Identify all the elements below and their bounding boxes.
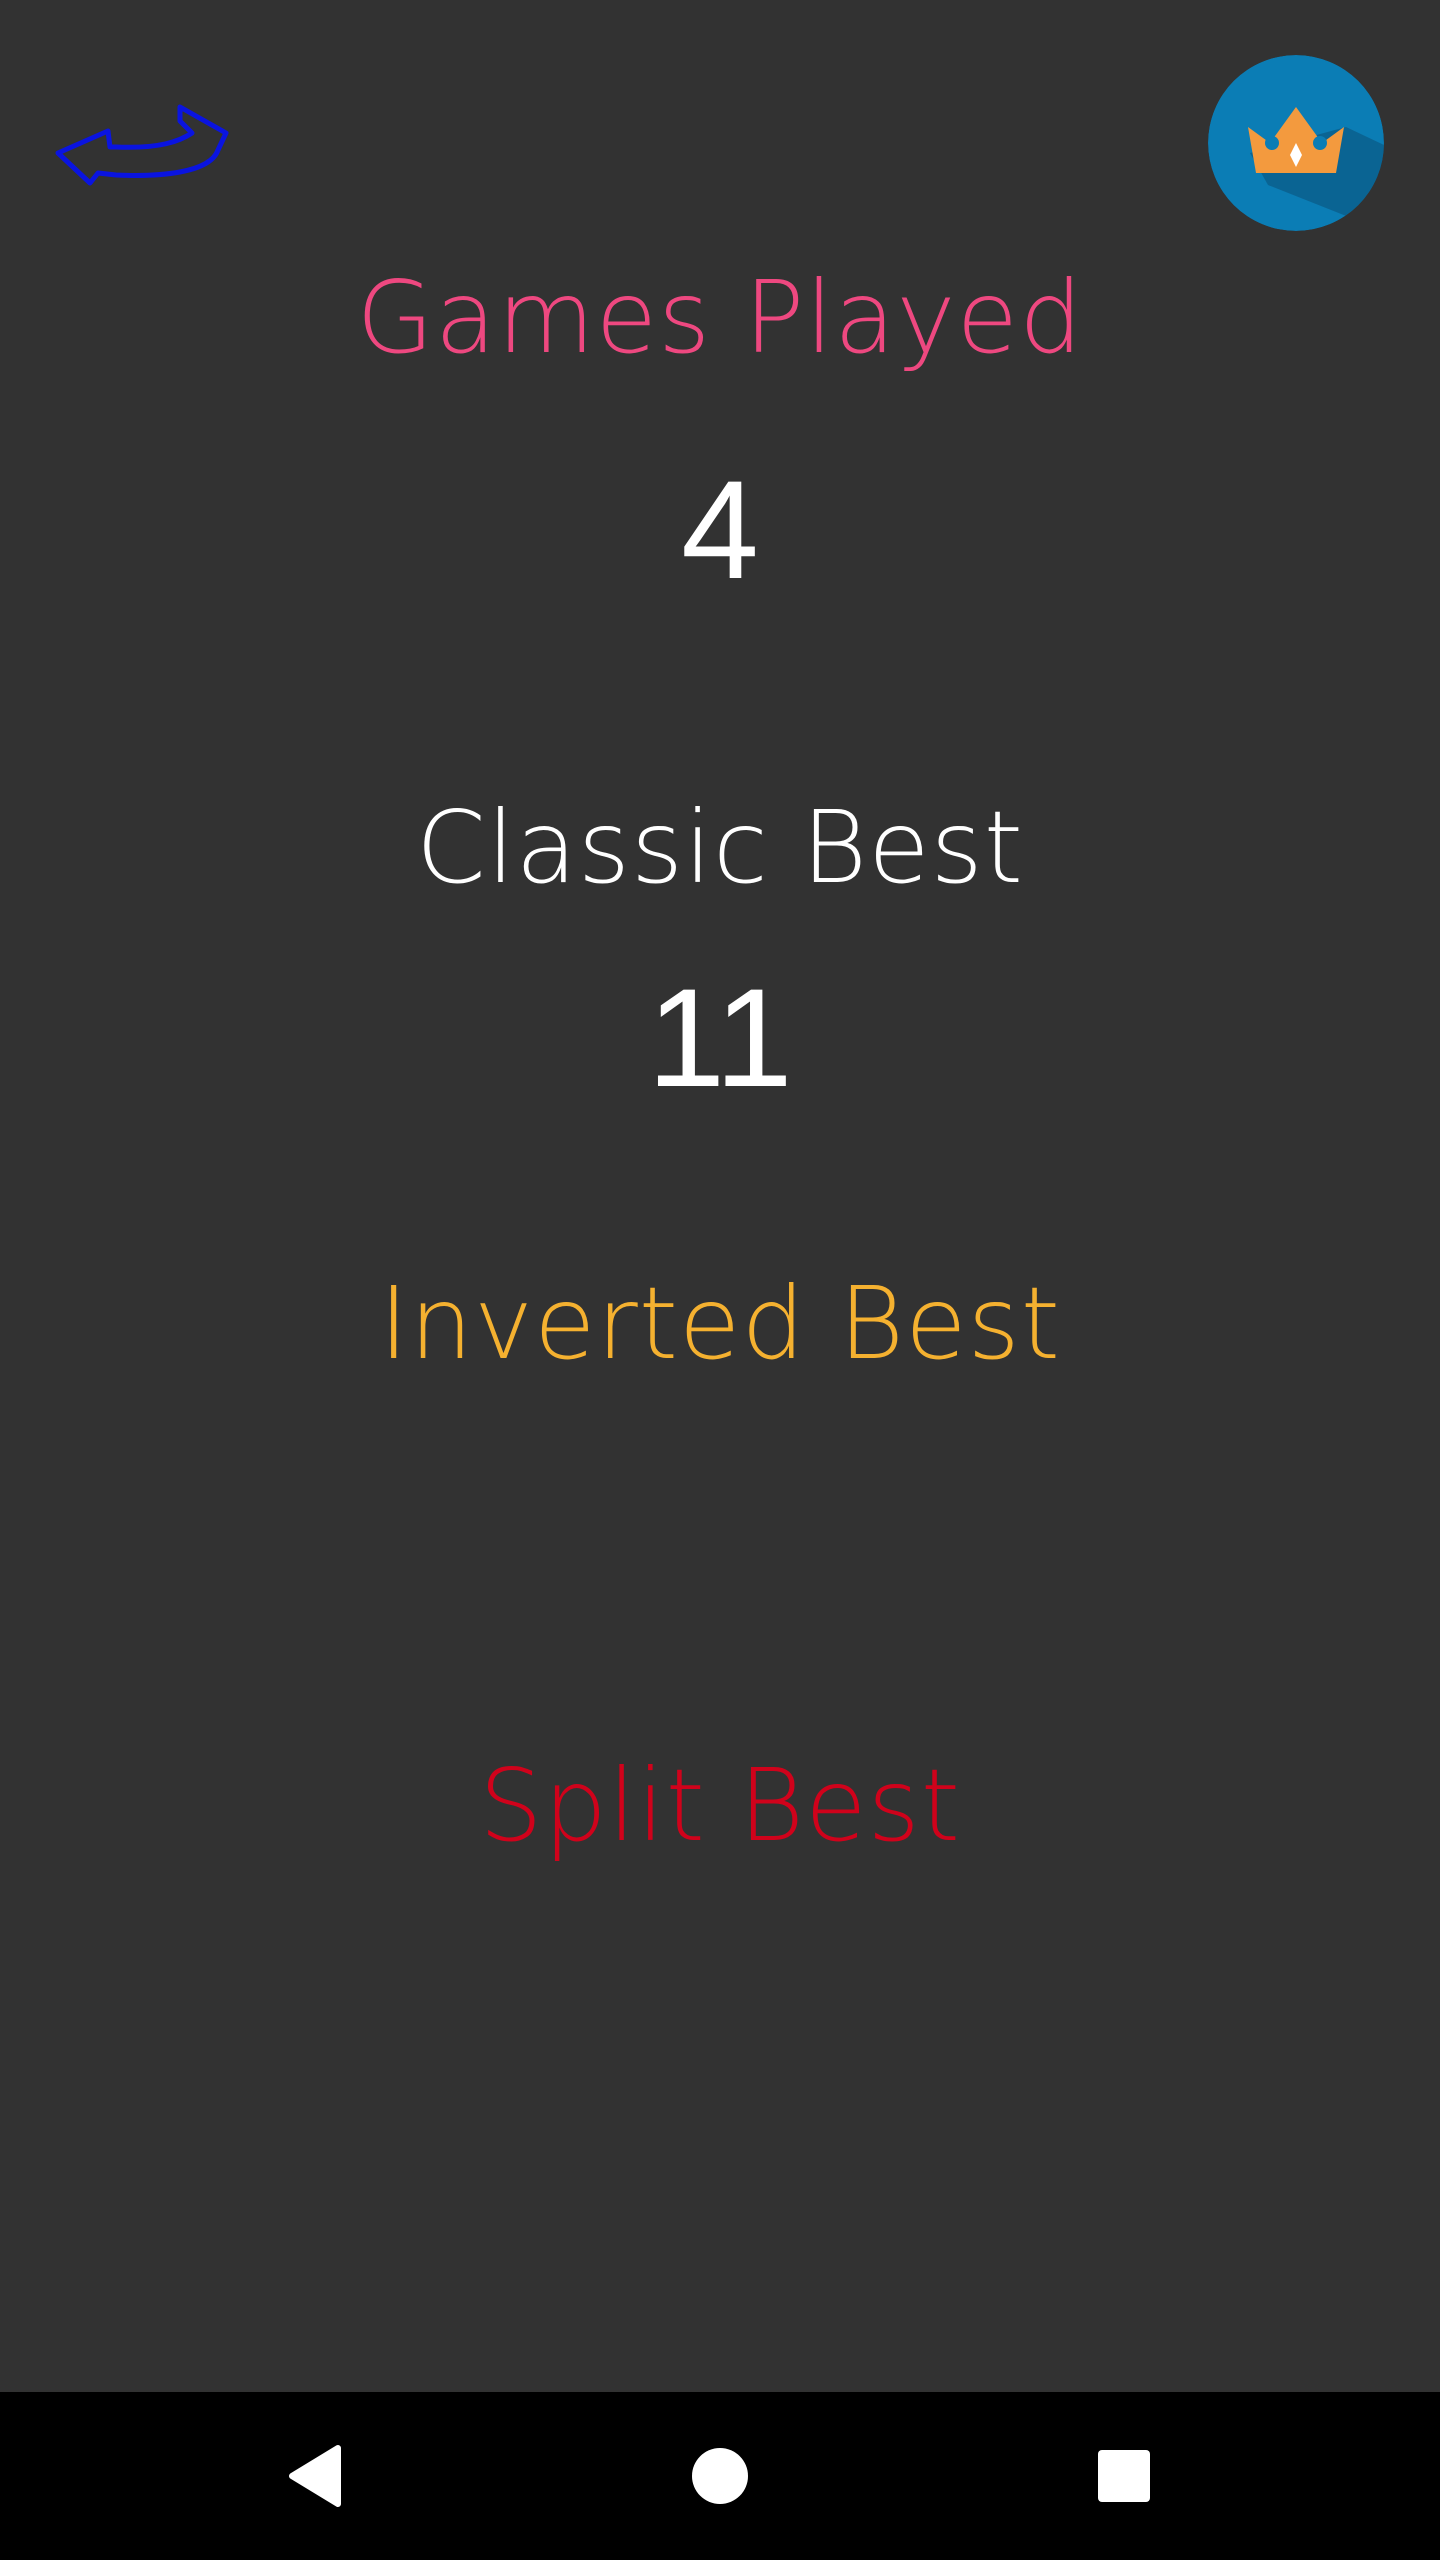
nav-home-button[interactable]	[640, 2392, 800, 2560]
crown-icon	[1208, 55, 1384, 231]
system-navigation-bar	[0, 2392, 1440, 2560]
nav-recents-icon	[1098, 2450, 1150, 2502]
classic-best-value: 11	[647, 959, 793, 1116]
nav-back-button[interactable]	[236, 2392, 396, 2560]
nav-home-icon	[692, 2448, 748, 2504]
back-arrow-icon	[55, 104, 229, 186]
games-played-label: Games Played	[356, 259, 1084, 376]
games-played-value: 4	[681, 451, 759, 608]
nav-back-icon	[289, 2445, 341, 2507]
nav-recents-button[interactable]	[1044, 2392, 1204, 2560]
inverted-best-label: Inverted Best	[379, 1265, 1061, 1382]
classic-best-label: Classic Best	[416, 789, 1024, 906]
stats-screen: Games Played 4 Classic Best 11 Inverted …	[0, 0, 1440, 2560]
leaderboard-button[interactable]	[1208, 55, 1384, 231]
back-button[interactable]	[50, 95, 240, 195]
split-best-label: Split Best	[479, 1747, 961, 1864]
